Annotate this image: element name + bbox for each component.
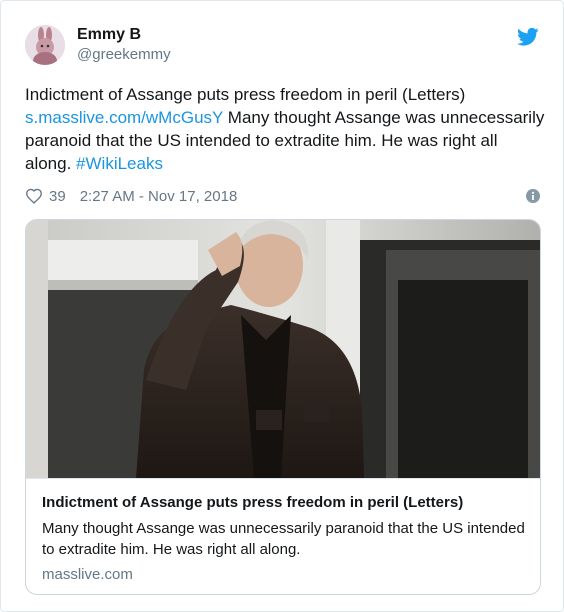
- tweet-meta: 39 2:27 AM - Nov 17, 2018: [25, 185, 541, 207]
- card-image[interactable]: [26, 220, 540, 478]
- info-icon[interactable]: [525, 188, 541, 204]
- card-body[interactable]: Indictment of Assange puts press freedom…: [26, 478, 540, 594]
- card-description: Many thought Assange was unnecessarily p…: [42, 520, 525, 558]
- card-title[interactable]: Indictment of Assange puts press freedom…: [42, 494, 463, 511]
- link-card[interactable]: Indictment of Assange puts press freedom…: [25, 219, 541, 595]
- hashtag-link[interactable]: #WikiLeaks: [76, 154, 163, 173]
- author-handle[interactable]: @greekemmy: [77, 46, 171, 63]
- heart-icon[interactable]: [25, 187, 43, 205]
- card-domain: masslive.com: [42, 566, 133, 583]
- tweet-card: Emmy B @greekemmy Indictment of Assange …: [0, 0, 564, 612]
- like-count[interactable]: 39: [49, 188, 66, 205]
- twitter-bird-icon[interactable]: [517, 27, 539, 47]
- author-name[interactable]: Emmy B: [77, 26, 141, 44]
- tweet-text-plain: Indictment of Assange puts press freedom…: [25, 85, 466, 104]
- tweet-link[interactable]: s.masslive.com/wMcGusY: [25, 108, 223, 127]
- timestamp[interactable]: 2:27 AM - Nov 17, 2018: [80, 188, 238, 205]
- avatar[interactable]: [25, 25, 65, 65]
- tweet-text: Indictment of Assange puts press freedom…: [25, 83, 545, 175]
